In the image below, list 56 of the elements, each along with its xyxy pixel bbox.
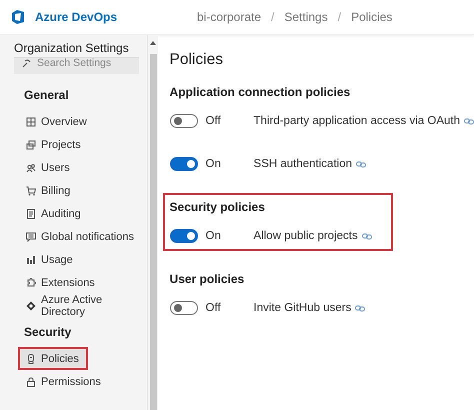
breadcrumb-link[interactable]: Settings <box>284 10 328 24</box>
nav-item[interactable]: Usage <box>0 248 148 271</box>
sidebar-title: Organization Settings <box>13 40 130 57</box>
section-title: Application connection policies <box>170 85 352 99</box>
bar-chart-icon <box>26 254 36 264</box>
toggle-switch[interactable] <box>170 114 198 128</box>
toggle-switch[interactable] <box>170 301 198 315</box>
scrollbar[interactable] <box>147 35 158 410</box>
toggle-state-label: On <box>204 230 222 242</box>
breadcrumb-separator: / <box>271 10 274 24</box>
section-title: User policies <box>170 272 246 286</box>
link-icon[interactable] <box>362 232 372 240</box>
cart-icon <box>26 186 36 196</box>
nav-item[interactable]: Azure Active Directory <box>0 294 148 317</box>
link-icon[interactable] <box>464 118 474 124</box>
breadcrumb-separator: / <box>338 10 342 24</box>
nav-item[interactable]: Billing <box>0 179 148 202</box>
badge-icon <box>26 354 36 364</box>
toggle-state-label: Off <box>204 115 222 127</box>
nav-item[interactable]: Projects <box>0 133 148 156</box>
nav-item[interactable]: Permissions <box>0 370 148 393</box>
scroll-up-icon[interactable] <box>150 41 156 45</box>
policy-name: Third-party application access via OAuth <box>254 115 460 127</box>
link-icon[interactable] <box>356 160 366 168</box>
scrollbar-thumb[interactable] <box>150 54 156 410</box>
puzzle-icon <box>26 278 36 288</box>
search-icon <box>22 58 32 68</box>
breadcrumb-link[interactable]: Policies <box>351 10 392 24</box>
nav-item[interactable]: Policies <box>18 347 88 370</box>
toggle-switch[interactable] <box>170 157 198 171</box>
link-icon[interactable] <box>355 304 366 312</box>
nav-item[interactable]: Global notifications <box>0 225 148 248</box>
section-title: Security policies <box>170 200 266 214</box>
diamond-icon <box>26 300 36 310</box>
document-icon <box>26 208 36 218</box>
policy-name: Allow public projects <box>254 230 358 242</box>
nav-group-title: Security <box>23 325 72 341</box>
grid-icon <box>26 116 36 126</box>
chat-icon <box>26 232 36 242</box>
page-title: Policies <box>170 51 224 69</box>
lock-icon <box>26 376 36 386</box>
nav-item[interactable]: Auditing <box>0 202 148 225</box>
policy-name: Invite GitHub users <box>254 302 352 314</box>
people-icon <box>26 162 36 172</box>
nav-item[interactable]: Extensions <box>0 271 148 294</box>
nav-item[interactable]: Overview <box>0 110 148 133</box>
toggle-switch[interactable] <box>170 229 198 243</box>
window-stack-icon <box>26 140 36 150</box>
nav-item[interactable]: Users <box>0 156 148 179</box>
toggle-state-label: On <box>204 158 222 170</box>
toggle-state-label: Off <box>204 302 222 314</box>
nav-group-title: General <box>23 88 70 104</box>
breadcrumb-link[interactable]: bi-corporate <box>197 10 262 24</box>
policy-name: SSH authentication <box>254 158 352 170</box>
logo-icon <box>10 9 26 25</box>
product-name[interactable]: Azure DevOps <box>35 10 118 24</box>
